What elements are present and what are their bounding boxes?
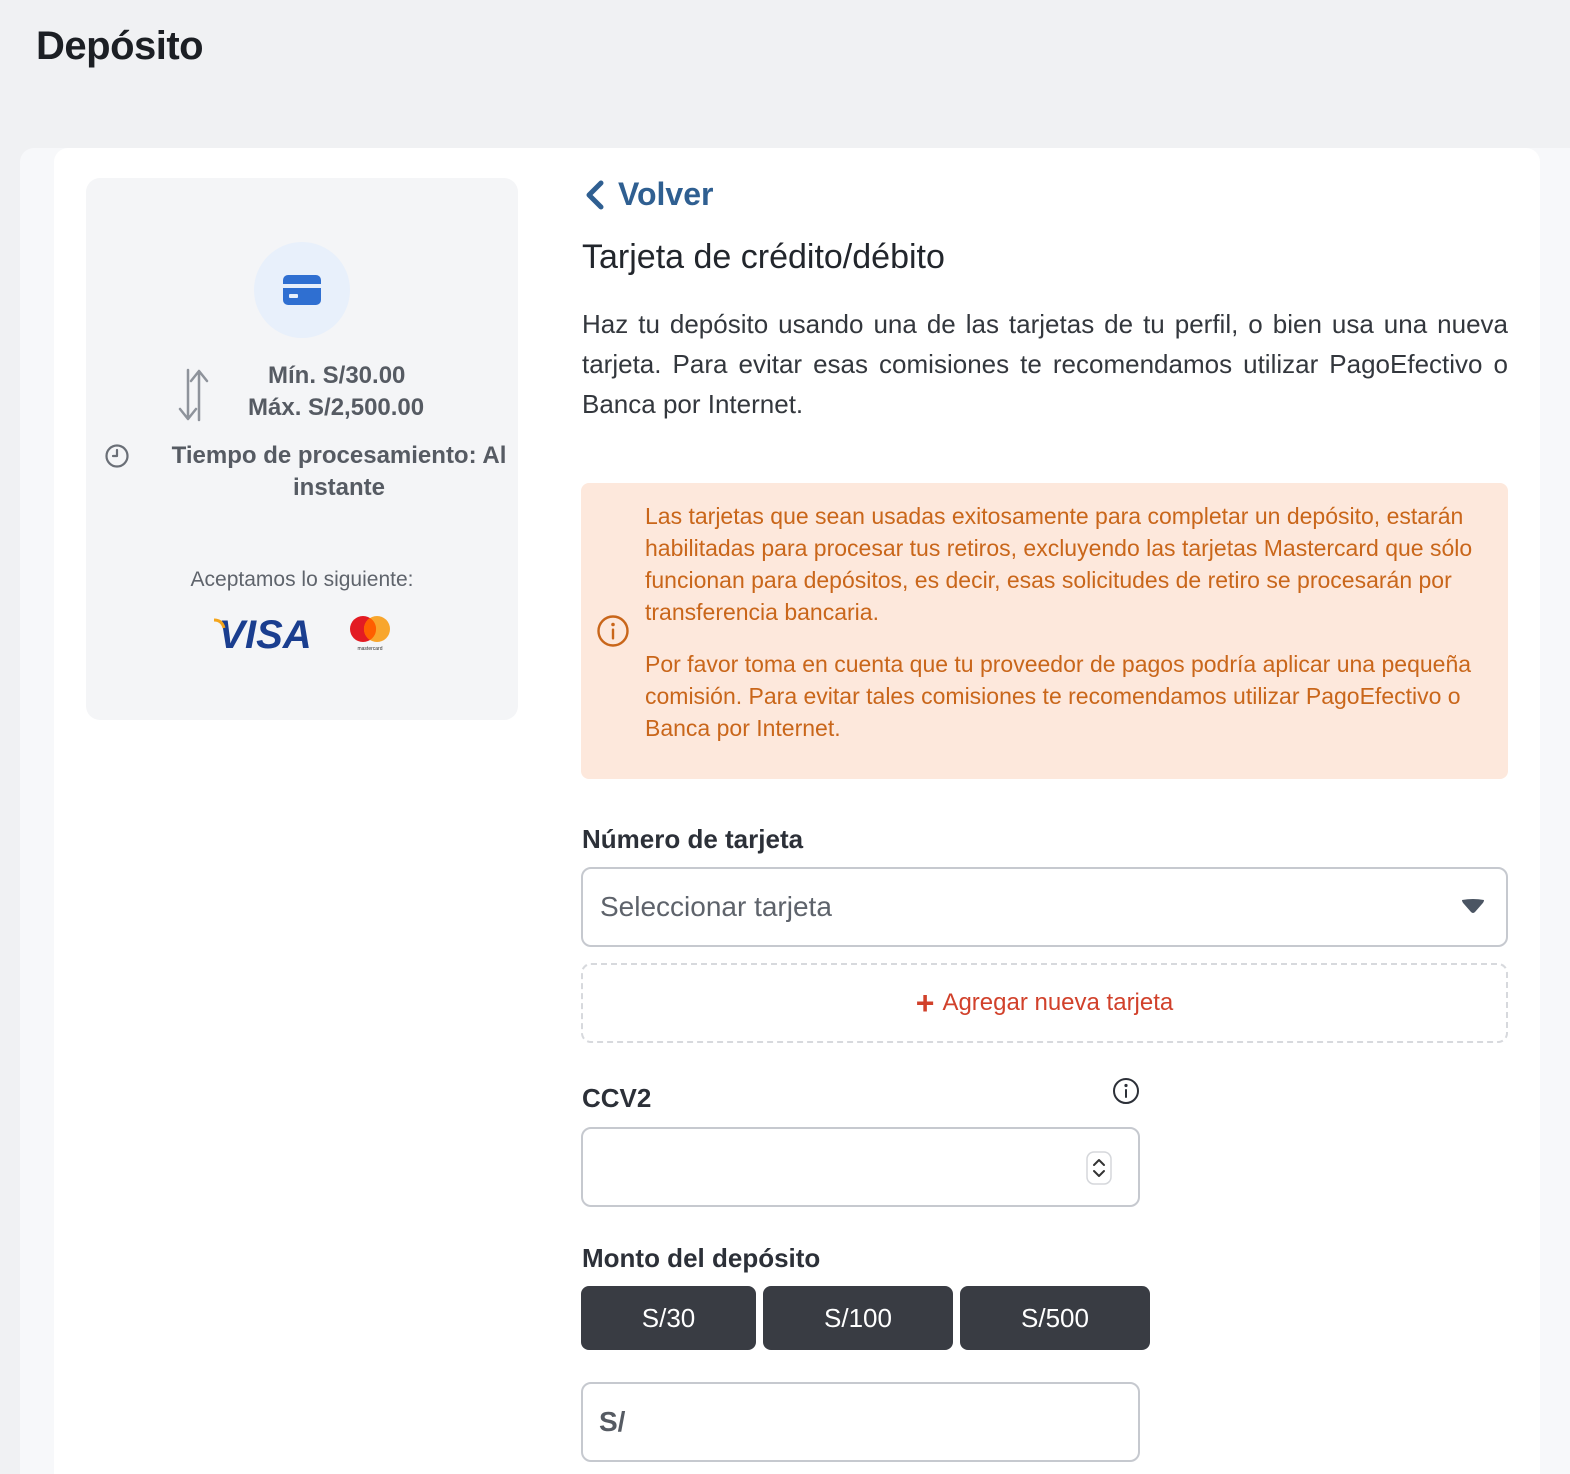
amount-label: Monto del depósito xyxy=(582,1243,821,1273)
spinner-icon[interactable] xyxy=(1086,1151,1112,1185)
processing-time: Tiempo de procesamiento: Al instante xyxy=(171,442,507,501)
section-title: Tarjeta de crédito/débito xyxy=(582,238,945,276)
plus-icon: + xyxy=(915,985,935,1021)
back-link[interactable]: Volver xyxy=(584,176,713,213)
arrows-up-down-icon xyxy=(178,368,209,422)
quick-amount-30[interactable]: S/30 xyxy=(581,1286,756,1350)
method-icon-badge xyxy=(254,242,350,338)
info-icon xyxy=(597,615,629,647)
currency-prefix: S/ xyxy=(599,1406,626,1437)
page-title: Depósito xyxy=(36,24,204,68)
svg-text:VISA: VISA xyxy=(218,613,311,654)
chevron-left-icon xyxy=(586,180,604,209)
max-limit: Máx. S/2,500.00 xyxy=(248,394,425,421)
quick-amount-500[interactable]: S/500 xyxy=(960,1286,1150,1350)
notice-paragraph-1: Las tarjetas que sean usadas exitosament… xyxy=(645,503,1473,625)
svg-text:mastercard: mastercard xyxy=(357,646,382,652)
visa-logo: VISA xyxy=(213,613,312,654)
credit-card-icon xyxy=(283,275,321,305)
min-limit: Mín. S/30.00 xyxy=(268,362,406,389)
accepted-methods-label: Aceptamos lo siguiente: xyxy=(190,568,414,591)
add-card-label: Agregar nueva tarjeta xyxy=(942,989,1174,1016)
caret-down-icon xyxy=(1462,899,1484,913)
notice-paragraph-2: Por favor toma en cuenta que tu proveedo… xyxy=(645,651,1472,741)
back-label: Volver xyxy=(618,176,714,212)
card-select-value: Seleccionar tarjeta xyxy=(600,891,832,922)
card-select[interactable]: Seleccionar tarjeta xyxy=(581,867,1508,947)
ccv-input[interactable] xyxy=(581,1127,1140,1207)
info-icon[interactable] xyxy=(1112,1077,1140,1105)
ccv-label: CCV2 xyxy=(582,1083,652,1113)
add-card-button[interactable]: + Agregar nueva tarjeta xyxy=(581,963,1508,1043)
quick-amount-100[interactable]: S/100 xyxy=(763,1286,953,1350)
clock-icon xyxy=(105,444,129,468)
method-description: Haz tu depósito usando una de las tarjet… xyxy=(582,309,1508,419)
amount-input[interactable]: S/ xyxy=(581,1382,1140,1462)
mastercard-logo: mastercard xyxy=(350,616,390,652)
card-number-label: Número de tarjeta xyxy=(582,824,804,854)
